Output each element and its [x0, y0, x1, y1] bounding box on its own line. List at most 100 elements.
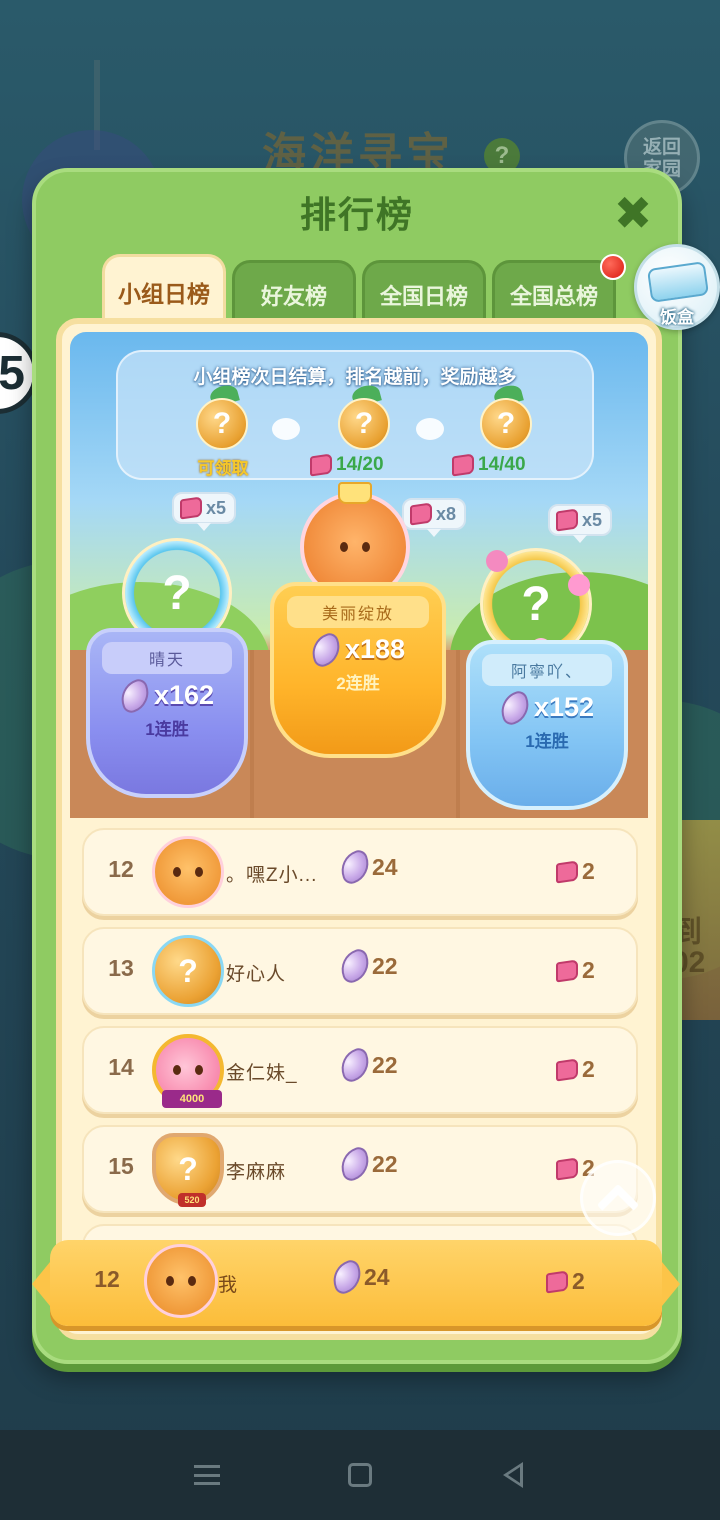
reward-progress-text: 14/20 — [336, 454, 384, 475]
my-rank-row[interactable]: 12 我 24 2 — [32, 1240, 680, 1326]
chick-face-icon — [340, 542, 370, 552]
tab-group-daily[interactable]: 小组日榜 — [102, 254, 226, 326]
mystery-egg-icon: ? — [338, 398, 390, 450]
tab-bar: 小组日榜 好友榜 全国日榜 全国总榜 — [102, 254, 616, 326]
reward-info-text: 小组榜次日结算，排名越前，奖励越多 — [193, 367, 517, 388]
bunny-face-icon — [173, 1065, 203, 1075]
flag-score: 2 — [556, 1056, 595, 1083]
lunchbox-button[interactable]: 饭盒 — [634, 244, 720, 330]
player-name: 好心人 — [226, 964, 287, 985]
menu-icon — [193, 1465, 220, 1485]
flag-score: 2 — [556, 957, 595, 984]
avatar[interactable] — [144, 1244, 218, 1318]
shell-icon — [335, 1144, 375, 1184]
reward-claim-label: 可领取 — [197, 459, 249, 478]
flag-icon — [556, 508, 578, 532]
flag-count: 2 — [582, 1056, 595, 1082]
avatar-badge: 520 — [178, 1193, 206, 1207]
system-nav-bar — [0, 1430, 720, 1520]
tab-national-total[interactable]: 全国总榜 — [492, 260, 616, 326]
avatar[interactable] — [152, 836, 224, 908]
podium-third[interactable]: 阿寧吖、 x152 1连胜 — [466, 640, 628, 810]
flag-count: 2 — [582, 858, 595, 884]
divider — [250, 650, 254, 818]
flower-icon — [486, 550, 508, 572]
chick-face-icon — [173, 867, 203, 877]
arrow-icon — [272, 418, 300, 440]
scroll-to-top-button[interactable] — [580, 1160, 656, 1236]
shell-score: 22 — [335, 1144, 398, 1184]
reward-step-2: ? 14/20 — [310, 382, 400, 478]
flags-count: x5 — [206, 497, 227, 518]
shell-count: x152 — [533, 692, 595, 722]
leaderboard-panel: 小组榜次日结算，排名越前，奖励越多 ? 可领取 ? 14/20 ? 14/40 … — [56, 318, 662, 1340]
avatar-badge: 4000 — [162, 1090, 222, 1108]
player-name: 美丽绽放 — [287, 596, 429, 628]
flags-bubble: x5 — [548, 504, 613, 543]
rank-number: 12 — [94, 1266, 120, 1292]
reward-progress: 14/20 — [310, 453, 420, 477]
chevron-up-icon — [596, 1183, 640, 1227]
divider — [456, 650, 460, 818]
recent-apps-button[interactable] — [177, 1445, 237, 1505]
podium-second[interactable]: 晴天 x162 1连胜 — [86, 628, 248, 798]
flag-score: 2 — [556, 858, 595, 885]
shell-count: x188 — [344, 634, 406, 664]
win-streak: 1连胜 — [145, 720, 189, 739]
shell-score: 24 — [327, 1257, 390, 1297]
rank-number: 15 — [108, 1153, 134, 1179]
notification-dot — [600, 254, 626, 280]
flag-icon — [452, 453, 474, 477]
shell-score: 24 — [335, 847, 398, 887]
avatar[interactable]: ? — [152, 935, 224, 1007]
reward-info-bar: 小组榜次日结算，排名越前，奖励越多 ? 可领取 ? 14/20 ? 14/40 — [116, 350, 594, 480]
podium-area: 小组榜次日结算，排名越前，奖励越多 ? 可领取 ? 14/20 ? 14/40 … — [70, 332, 648, 818]
avatar[interactable]: ? 520 — [152, 1133, 224, 1207]
rank-number: 14 — [108, 1054, 134, 1080]
avatar[interactable]: 4000 — [152, 1034, 224, 1108]
flag-count: 2 — [572, 1268, 585, 1294]
shell-count: 22 — [372, 1150, 398, 1177]
flower-icon — [568, 574, 590, 596]
shell-count: 24 — [364, 1263, 390, 1290]
mystery-egg-icon: ? — [480, 398, 532, 450]
table-row[interactable]: 12 。嘿Z小... 24 2 — [82, 828, 638, 916]
arrow-icon — [416, 418, 444, 440]
flags-count: x5 — [582, 509, 603, 530]
shell-icon — [306, 630, 346, 669]
shell-count: 22 — [372, 1051, 398, 1078]
flags-count: x8 — [436, 503, 457, 524]
player-name: 阿寧吖、 — [482, 654, 612, 686]
home-button[interactable] — [330, 1445, 390, 1505]
win-streak: 1连胜 — [525, 732, 569, 751]
mystery-egg-icon: ? — [196, 398, 248, 450]
flag-icon — [310, 453, 332, 477]
player-name: 。嘿Z小... — [226, 865, 318, 886]
flags-bubble: x8 — [402, 498, 467, 537]
table-row[interactable]: 15 ? 520 李麻麻 22 2 — [82, 1125, 638, 1213]
shell-icon — [335, 847, 375, 887]
table-row[interactable]: 13 ? 好心人 22 2 — [82, 927, 638, 1015]
player-name: 李麻麻 — [226, 1162, 287, 1183]
reward-step-1[interactable]: ? 可领取 — [188, 382, 258, 478]
flag-icon — [556, 1057, 578, 1082]
rank-number: 12 — [108, 856, 134, 882]
flag-icon — [556, 859, 578, 884]
tab-friends[interactable]: 好友榜 — [232, 260, 356, 326]
modal-title: 排行榜 — [299, 194, 414, 235]
shell-icon — [495, 688, 535, 727]
back-icon — [503, 1462, 524, 1488]
home-icon — [347, 1463, 372, 1487]
back-button[interactable] — [483, 1445, 543, 1505]
table-row[interactable]: 14 4000 金仁妹_ 22 2 — [82, 1026, 638, 1114]
shell-score: x188 — [306, 630, 406, 669]
flag-icon — [180, 496, 202, 520]
shell-icon — [335, 946, 375, 986]
reward-step-3: ? 14/40 — [452, 382, 542, 478]
close-icon[interactable]: ✖ — [612, 190, 654, 236]
podium-first[interactable]: 美丽绽放 x188 2连胜 — [270, 582, 446, 758]
shell-icon — [335, 1045, 375, 1085]
flag-icon — [410, 502, 432, 526]
shell-score: 22 — [335, 946, 398, 986]
tab-national-daily[interactable]: 全国日榜 — [362, 260, 486, 326]
